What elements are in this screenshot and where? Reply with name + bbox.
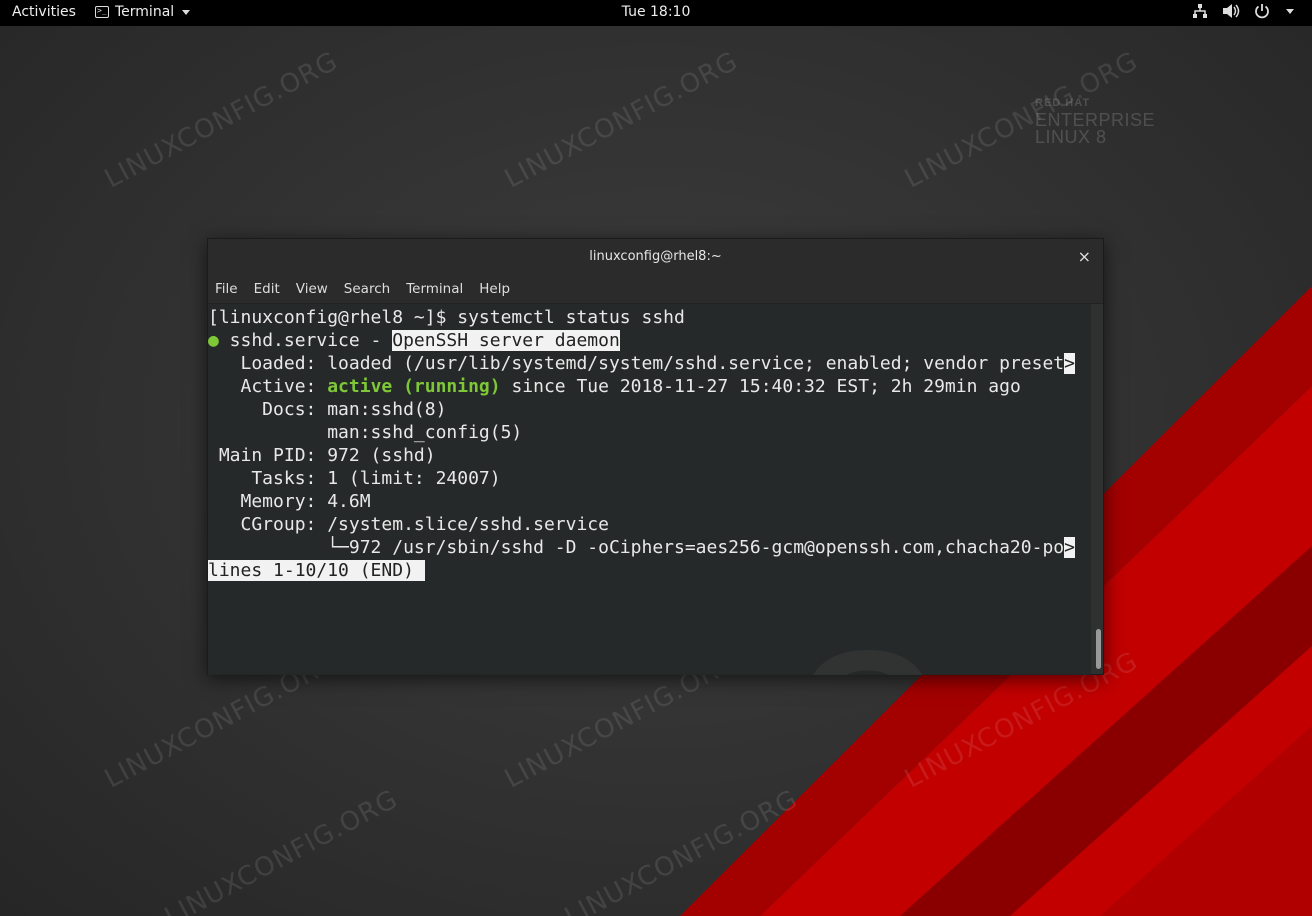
truncate-marker: > xyxy=(1064,353,1075,374)
menu-search[interactable]: Search xyxy=(336,281,398,297)
active-label: Active: xyxy=(208,376,328,397)
chevron-down-icon[interactable] xyxy=(1286,8,1294,14)
chevron-down-icon xyxy=(182,9,191,15)
volume-icon[interactable] xyxy=(1222,3,1240,19)
docs-line-2: man:sshd_config(5) xyxy=(208,422,523,443)
process-text: └─972 /usr/sbin/sshd -D -oCiphers=aes256… xyxy=(208,537,1065,558)
unit-description: OpenSSH server daemon xyxy=(392,330,620,351)
memory-line: Memory: 4.6M xyxy=(208,491,371,512)
background-number-8: 8 xyxy=(785,624,950,675)
tasks-line: Tasks: 1 (limit: 24007) xyxy=(208,468,501,489)
active-since: since Tue 2018-11-27 15:40:32 EST; 2h 29… xyxy=(500,376,1021,397)
prompt-line: [linuxconfig@rhel8 ~]$ systemctl status … xyxy=(208,307,685,328)
power-icon[interactable] xyxy=(1254,3,1270,19)
main-pid-line: Main PID: 972 (sshd) xyxy=(208,445,436,466)
truncate-marker: > xyxy=(1064,537,1075,558)
active-state: active (running) xyxy=(327,376,501,397)
terminal-scrollbar[interactable] xyxy=(1096,629,1101,669)
window-titlebar[interactable]: linuxconfig@rhel8:~ × xyxy=(208,239,1103,275)
menu-view[interactable]: View xyxy=(288,281,336,297)
app-menu-label: Terminal xyxy=(115,4,175,20)
terminal-icon: >_ xyxy=(95,6,109,18)
brand-line-3: LINUX 8 xyxy=(1035,127,1107,147)
active-line: Active: active (running) since Tue 2018-… xyxy=(208,375,1091,398)
pager-status-line: lines 1-10/10 (END) xyxy=(208,559,1091,582)
unit-name: sshd.service - xyxy=(218,330,393,351)
menu-terminal[interactable]: Terminal xyxy=(398,281,471,297)
loaded-line: Loaded: loaded (/usr/lib/systemd/system/… xyxy=(208,352,1091,375)
status-dot-icon: ● xyxy=(208,330,219,351)
close-icon[interactable]: × xyxy=(1078,239,1091,275)
top-bar: Activities >_ Terminal Tue 18:10 xyxy=(0,0,1312,26)
unit-line: ● sshd.service - OpenSSH server daemon xyxy=(208,329,1091,352)
process-line: └─972 /usr/sbin/sshd -D -oCiphers=aes256… xyxy=(208,536,1091,559)
pager-status: lines 1-10/10 (END) xyxy=(208,560,425,581)
menu-file[interactable]: File xyxy=(208,281,246,297)
activities-button[interactable]: Activities xyxy=(12,4,76,20)
menu-help[interactable]: Help xyxy=(471,281,518,297)
app-menu-button[interactable]: >_ Terminal xyxy=(95,4,191,20)
terminal-output[interactable]: 8 [linuxconfig@rhel8 ~]$ systemctl statu… xyxy=(208,304,1091,675)
terminal-window[interactable]: linuxconfig@rhel8:~ × File Edit View Sea… xyxy=(207,238,1104,675)
docs-line: Docs: man:sshd(8) xyxy=(208,399,447,420)
network-icon[interactable] xyxy=(1192,3,1208,19)
window-title: linuxconfig@rhel8:~ xyxy=(589,249,722,264)
cgroup-line: CGroup: /system.slice/sshd.service xyxy=(208,514,609,535)
clock[interactable]: Tue 18:10 xyxy=(0,4,1312,20)
menu-edit[interactable]: Edit xyxy=(246,281,288,297)
loaded-text: Loaded: loaded (/usr/lib/systemd/system/… xyxy=(208,353,1065,374)
menu-bar: File Edit View Search Terminal Help xyxy=(208,275,1103,304)
system-tray[interactable] xyxy=(1192,3,1294,19)
